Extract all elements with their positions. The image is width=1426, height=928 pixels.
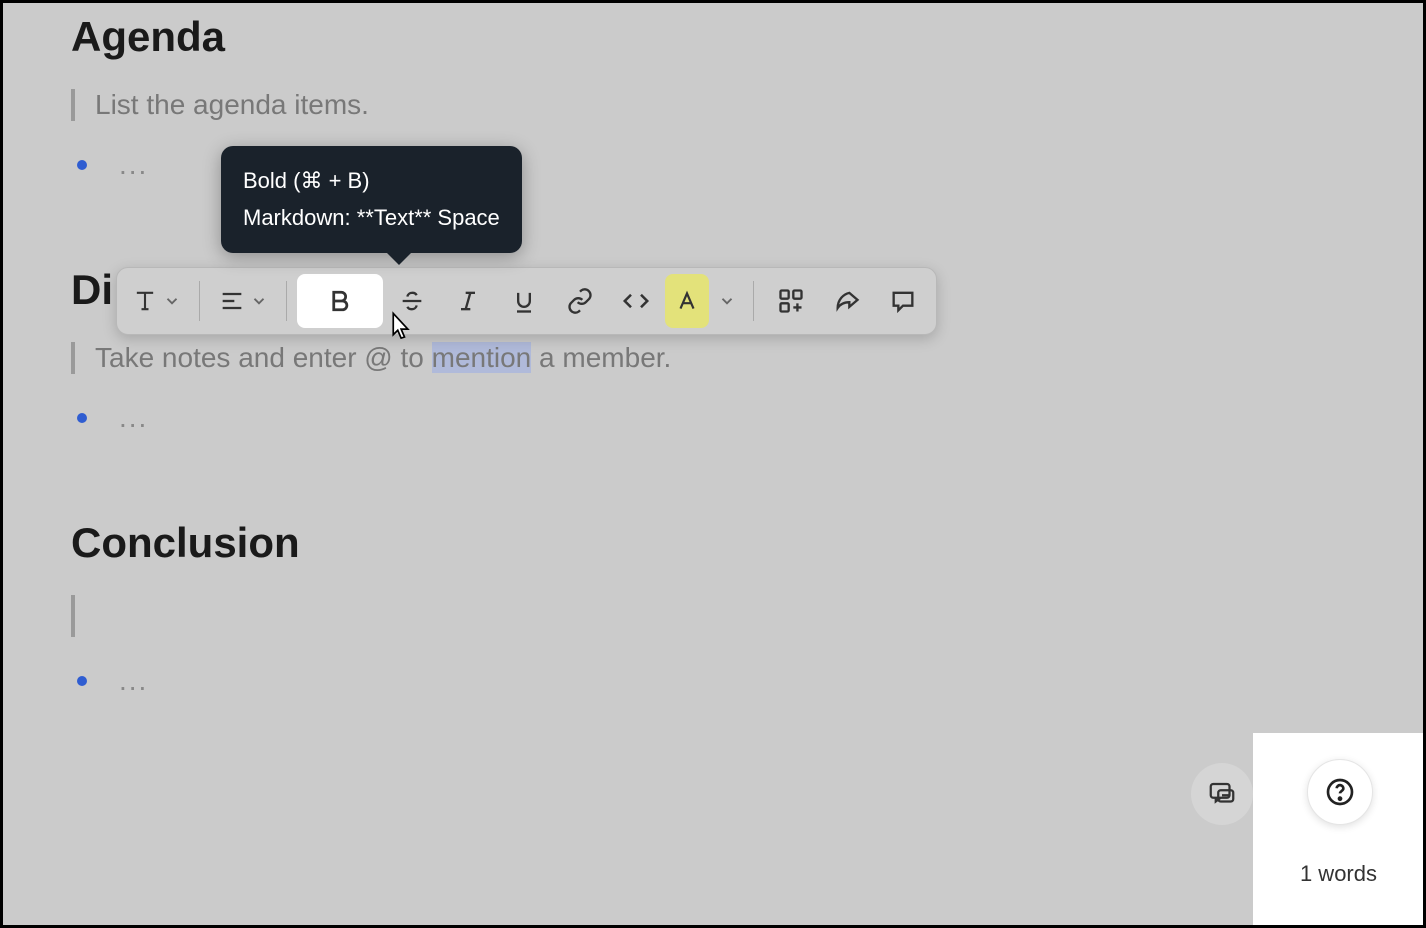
formatting-toolbar xyxy=(116,267,937,335)
toolbar-divider xyxy=(286,281,287,321)
text-style-button[interactable] xyxy=(123,274,189,328)
discussion-quote-block[interactable]: Take notes and enter @ to mention a memb… xyxy=(71,342,1355,374)
bold-button[interactable] xyxy=(297,274,383,328)
bold-icon xyxy=(325,286,355,316)
help-icon xyxy=(1324,776,1356,808)
grid-add-icon xyxy=(777,287,805,315)
text-color-dropdown[interactable] xyxy=(711,274,743,328)
feedback-button[interactable] xyxy=(1191,763,1253,825)
chevron-down-icon xyxy=(250,292,268,310)
link-button[interactable] xyxy=(553,274,607,328)
code-icon xyxy=(621,286,651,316)
discussion-text-before: Take notes and enter @ to xyxy=(95,342,432,373)
comment-button[interactable] xyxy=(876,274,930,328)
italic-icon xyxy=(454,287,482,315)
strikethrough-button[interactable] xyxy=(385,274,439,328)
underline-button[interactable] xyxy=(497,274,551,328)
share-button[interactable] xyxy=(820,274,874,328)
bullet-dot-icon xyxy=(77,160,87,170)
agenda-quote-block[interactable]: List the agenda items. xyxy=(71,89,1355,121)
heading-conclusion[interactable]: Conclusion xyxy=(71,519,1355,567)
word-count: 1 words xyxy=(1300,861,1377,887)
chevron-down-icon xyxy=(718,292,736,310)
discussion-bullet-placeholder: ... xyxy=(119,402,148,434)
document-content: Agenda List the agenda items. ... Di Tak… xyxy=(3,3,1423,697)
tooltip-line2: Markdown: **Text** Space xyxy=(243,199,500,236)
toolbar-divider xyxy=(753,281,754,321)
align-button[interactable] xyxy=(210,274,276,328)
discussion-quote-text: Take notes and enter @ to mention a memb… xyxy=(95,342,1355,374)
discussion-bullet-row[interactable]: ... xyxy=(71,402,1355,434)
bullet-dot-icon xyxy=(77,413,87,423)
link-icon xyxy=(566,287,594,315)
insert-button[interactable] xyxy=(764,274,818,328)
bullet-dot-icon xyxy=(77,676,87,686)
agenda-bullet-placeholder: ... xyxy=(119,149,148,181)
conclusion-bullet-row[interactable]: ... xyxy=(71,665,1355,697)
comment-icon xyxy=(889,287,917,315)
code-button[interactable] xyxy=(609,274,663,328)
feedback-icon xyxy=(1207,779,1237,809)
conclusion-bullet-placeholder: ... xyxy=(119,665,148,697)
underline-icon xyxy=(510,287,538,315)
chevron-down-icon xyxy=(163,292,181,310)
italic-button[interactable] xyxy=(441,274,495,328)
agenda-quote-text: List the agenda items. xyxy=(95,89,1355,121)
bold-tooltip: Bold (⌘ + B) Markdown: **Text** Space xyxy=(221,146,522,253)
conclusion-quote-block[interactable] xyxy=(71,595,1355,637)
text-color-icon xyxy=(674,288,700,314)
strikethrough-icon xyxy=(398,287,426,315)
text-color-button[interactable] xyxy=(665,274,709,328)
heading-agenda[interactable]: Agenda xyxy=(71,13,1355,61)
text-style-icon xyxy=(131,287,159,315)
help-button[interactable] xyxy=(1307,759,1373,825)
share-arrow-icon xyxy=(833,287,861,315)
tooltip-line1: Bold (⌘ + B) xyxy=(243,162,500,199)
toolbar-divider xyxy=(199,281,200,321)
align-left-icon xyxy=(218,287,246,315)
discussion-text-after: a member. xyxy=(531,342,671,373)
discussion-selection-highlight: mention xyxy=(432,342,532,373)
